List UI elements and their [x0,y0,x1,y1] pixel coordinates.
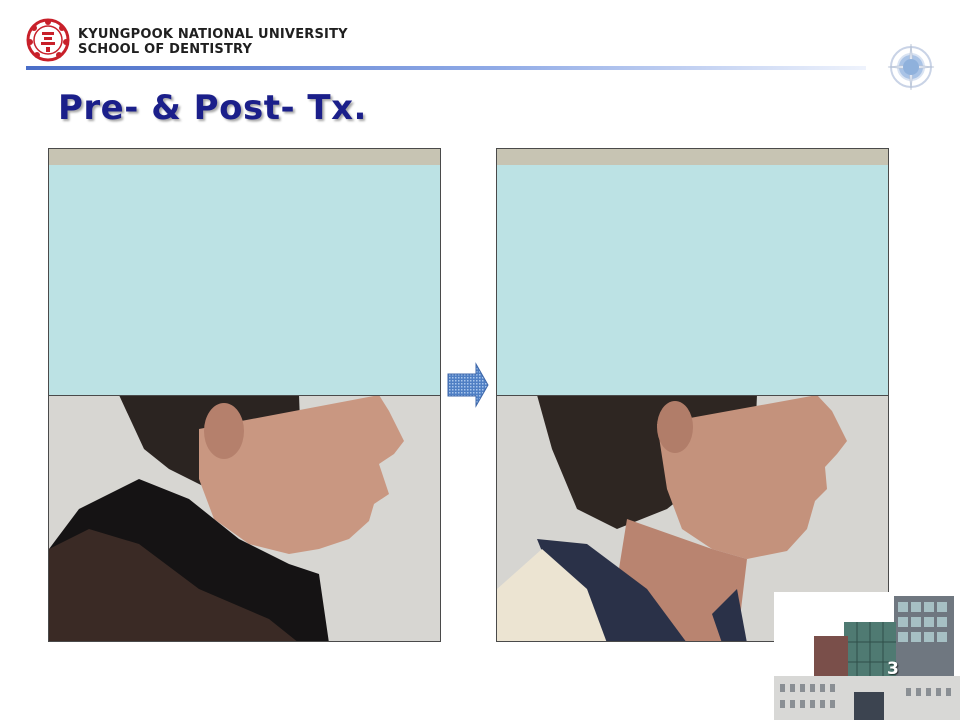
right-arrow-icon [447,362,489,408]
pre-treatment-photo [48,148,441,642]
photo-mask [49,165,440,396]
post-treatment-photo [496,148,889,642]
photo-mask [497,165,888,396]
school-name: SCHOOL OF DENTISTRY [78,42,253,57]
slide-title: Pre- & Post- Tx. [58,88,367,128]
header-divider [26,66,866,70]
compass-rose-icon [887,43,935,91]
university-seal-icon [26,18,70,62]
university-name: KYUNGPOOK NATIONAL UNIVERSITY [78,27,348,42]
page-number: 3 [887,659,899,679]
building-icon [774,592,960,720]
